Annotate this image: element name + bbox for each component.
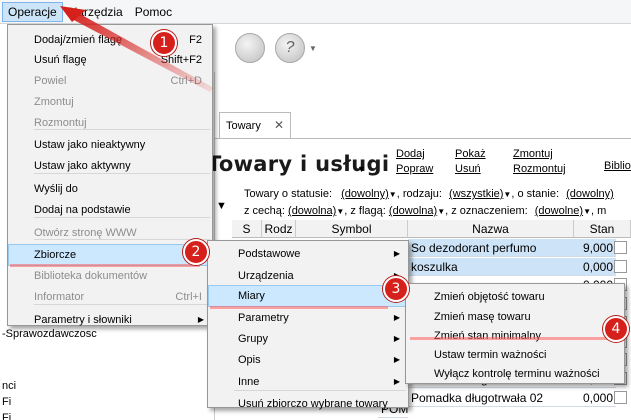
- step-badge-4: 4: [603, 316, 629, 342]
- step-badge-3: 3: [383, 276, 409, 302]
- step-badge-2: 2: [183, 239, 209, 265]
- step-badge-1: 1: [151, 30, 177, 56]
- annotation-arrow: [60, 6, 214, 92]
